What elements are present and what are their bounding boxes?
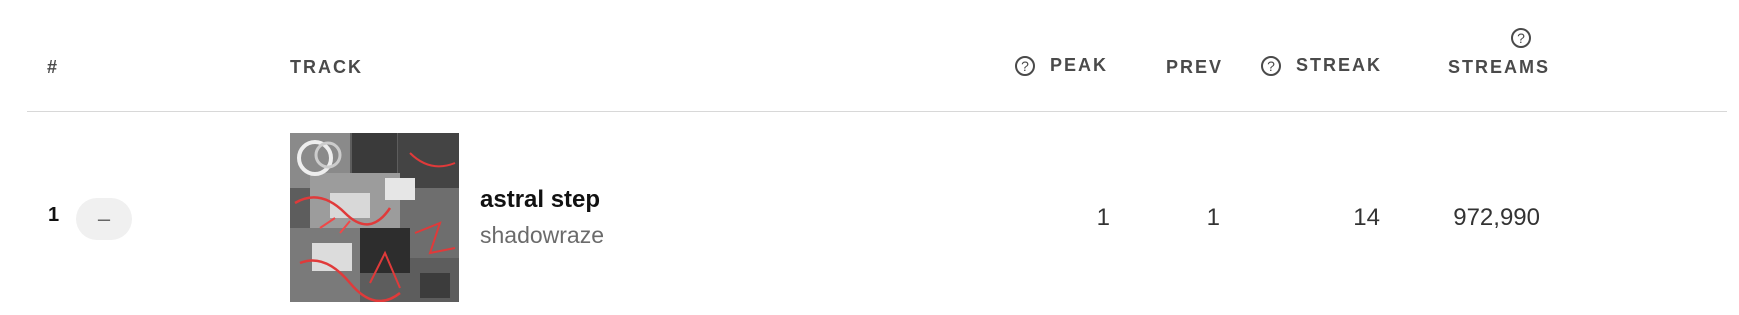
- streak-label: STREAK: [1296, 55, 1383, 75]
- streams-value: 972,990: [1453, 204, 1540, 231]
- peak-value: 1: [1096, 204, 1110, 231]
- column-track-header: TRACK: [290, 57, 363, 77]
- chart-header: # TRACK ? PEAK PREV ? STREAK ? STREAMS: [0, 0, 1739, 112]
- peak-label: PEAK: [1050, 55, 1109, 75]
- column-streak-header[interactable]: ? STREAK: [1261, 55, 1383, 77]
- track-title[interactable]: astral step: [480, 186, 600, 214]
- help-icon[interactable]: ?: [1015, 56, 1035, 77]
- rank-number: 1: [48, 204, 60, 226]
- album-cover[interactable]: [290, 133, 459, 302]
- column-streams-header: STREAMS: [1448, 57, 1551, 77]
- help-icon[interactable]: ?: [1261, 56, 1281, 77]
- column-prev-header: PREV: [1166, 57, 1224, 77]
- prev-value: 1: [1206, 204, 1220, 231]
- column-rank-header: #: [47, 57, 60, 77]
- table-row[interactable]: 1 – astral step shadowraze 1 1 14 972,99…: [0, 112, 1739, 315]
- streak-value: 14: [1353, 204, 1380, 231]
- track-artist[interactable]: shadowraze: [480, 222, 604, 249]
- rank-change-badge: –: [76, 198, 132, 240]
- help-icon[interactable]: ?: [1511, 28, 1531, 48]
- column-peak-header[interactable]: ? PEAK: [1015, 55, 1109, 77]
- album-cover-art: [290, 133, 459, 302]
